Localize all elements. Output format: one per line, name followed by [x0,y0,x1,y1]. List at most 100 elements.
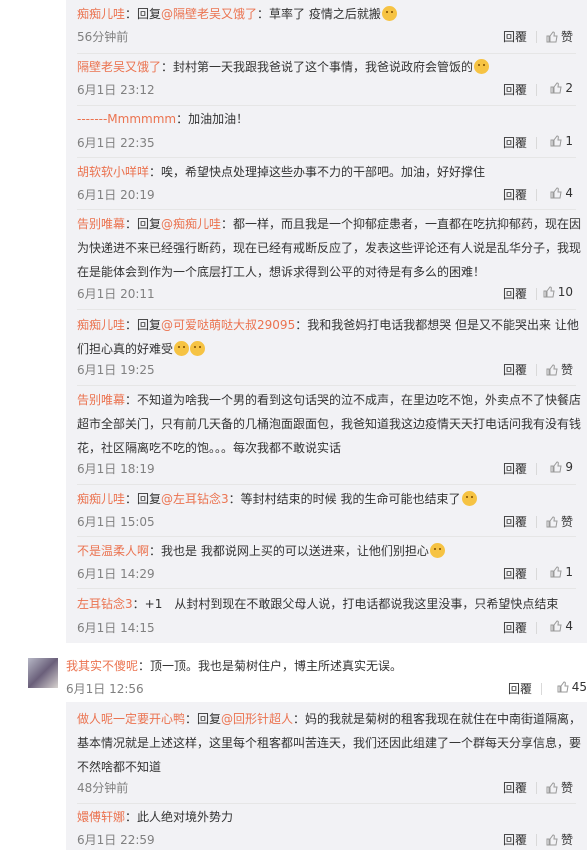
list-item: 做人呢一定要开心鸭：回复@回形针超人：妈的我就是菊树的租客我现在就住在中南街道隔… [77,707,587,779]
like-button[interactable]: 赞 [546,831,573,848]
reply-body: -------Mmmmmm：加油加油！ [77,107,587,131]
reply-body: 隔壁老吴又饿了：封村第一天我跟我爸说了这个事情，我爸说政府会管饭的 [77,55,587,79]
thumbs-up-icon [550,566,562,578]
reply-meta: 56分钟前 回覆 赞 [77,28,587,48]
reply-button[interactable]: 回覆 [503,186,527,203]
divider [77,105,576,106]
timestamp: 6月1日 22:35 [77,136,155,150]
avatar[interactable] [28,658,58,688]
reply-button[interactable]: 回覆 [503,285,527,302]
username-link[interactable]: -------Mmmmmm [77,112,176,126]
divider [536,834,537,846]
reply-button[interactable]: 回覆 [503,565,527,582]
emoji-icon [381,6,397,21]
like-count: 10 [557,285,573,299]
like-button[interactable]: 4 [550,186,573,200]
reply-body: 痴痴儿哇：回复@可爱哒萌哒大叔29095：我和我爸妈打电话我都想哭 但是又不能哭… [77,313,587,361]
username-link[interactable]: 痴痴儿哇 [77,492,125,506]
thumbs-up-icon [550,620,562,632]
like-button[interactable]: 赞 [546,361,573,378]
emoji-icon [190,341,206,356]
username-link[interactable]: 我其实不傻呢 [66,659,138,673]
list-item: 痴痴儿哇：回复@左耳钻念3：等封村结束的时候 我的生命可能也结束了 [77,487,587,511]
username-link[interactable]: 不是温柔人啊 [77,544,149,558]
username-link[interactable]: 痴痴儿哇 [77,7,125,21]
list-item: 不是温柔人啊：我也是 我都说网上买的可以送进来，让他们别担心 [77,539,587,563]
username-link[interactable]: 胡软软小咩咩 [77,165,149,179]
reply-prefix: ：回复 [125,318,162,332]
divider [536,288,537,300]
reply-button[interactable]: 回覆 [503,28,527,45]
like-button[interactable]: 45 [557,680,587,694]
username-link[interactable]: 嬛傅轩娜 [77,810,125,824]
like-button[interactable]: 1 [550,134,573,148]
username-link[interactable]: 告别唯幕 [77,393,125,407]
like-count: 4 [565,619,573,633]
like-count: 1 [565,565,573,579]
reply-button[interactable]: 回覆 [503,460,527,477]
reply-text: ：草率了 疫情之后就搬 [257,7,381,21]
divider [536,137,537,149]
divider [536,622,537,634]
emoji-icon [474,59,490,74]
reply-thread-bottom: 做人呢一定要开心鸭：回复@回形针超人：妈的我就是菊树的租客我现在就住在中南街道隔… [66,702,587,850]
username-link[interactable]: 痴痴儿哇 [77,318,125,332]
like-button[interactable]: 9 [550,460,573,474]
like-count: 赞 [560,833,573,847]
reply-text: ：此人绝对境外势力 [125,810,234,824]
username-link[interactable]: 告别唯幕 [77,217,125,231]
thumbs-up-icon [543,286,555,298]
timestamp: 56分钟前 [77,30,129,44]
username-link[interactable]: 左耳钻念3 [77,597,133,611]
timestamp: 6月1日 20:19 [77,188,155,202]
list-item: 左耳钻念3：+1 从封村到现在不敢跟父母人说，打电话都说我这里没事，只希望快点结… [77,592,587,616]
list-item: 隔壁老吴又饿了：封村第一天我跟我爸说了这个事情，我爸说政府会管饭的 [77,55,587,79]
like-button[interactable]: 10 [543,285,573,299]
reply-text: ：唉，希望快点处理掉这些办事不力的干部吧。加油，好好撑住 [149,165,486,179]
reply-button[interactable]: 回覆 [503,831,527,848]
divider [77,385,576,386]
like-count: 1 [565,134,573,148]
reply-button[interactable]: 回覆 [503,81,527,98]
mention-link[interactable]: @隔壁老吴又饿了 [161,7,257,21]
reply-button[interactable]: 回覆 [503,779,527,796]
timestamp: 6月1日 14:29 [77,567,155,581]
divider [536,463,537,475]
username-link[interactable]: 隔壁老吴又饿了 [77,60,161,74]
reply-text: ：加油加油！ [176,112,249,126]
timestamp: 6月1日 19:25 [77,363,155,377]
like-button[interactable]: 赞 [546,779,573,796]
list-item: 痴痴儿哇：回复@隔壁老吴又饿了：草率了 疫情之后就搬 [77,2,587,26]
thumbs-up-icon [546,516,558,528]
divider [536,189,537,201]
like-count: 赞 [560,30,573,44]
reply-button[interactable]: 回覆 [503,361,527,378]
like-button[interactable]: 4 [550,619,573,633]
like-button[interactable]: 赞 [546,28,573,45]
reply-button[interactable]: 回覆 [503,134,527,151]
mention-link[interactable]: @左耳钻念3 [161,492,229,506]
divider [77,803,576,804]
reply-button[interactable]: 回覆 [508,680,532,697]
reply-button[interactable]: 回覆 [503,513,527,530]
like-button[interactable]: 2 [550,81,573,95]
like-button[interactable]: 1 [550,565,573,579]
reply-text: ：+1 从封村到现在不敢跟父母人说，打电话都说我这里没事，只希望快点结束 [132,597,559,611]
username-link[interactable]: 做人呢一定要开心鸭 [77,712,185,726]
divider [77,309,576,310]
reply-prefix: ：回复 [125,7,162,21]
divider [536,516,537,528]
reply-body: 告别唯幕：回复@痴痴儿哇：都一样，而且我是一个抑郁症患者，一直都在吃抗抑郁药，现… [77,212,587,284]
mention-link[interactable]: @可爱哒萌哒大叔29095 [161,318,295,332]
like-button[interactable]: 赞 [546,513,573,530]
thumbs-up-icon [550,135,562,147]
emoji-icon [429,543,445,558]
mention-link[interactable]: @回形针超人 [221,712,293,726]
emoji-icon [174,341,190,356]
mention-link[interactable]: @痴痴儿哇 [161,217,221,231]
timestamp: 6月1日 14:15 [77,621,155,635]
comment-meta: 6月1日 12:56 回覆 45 [66,680,587,700]
reply-body: 痴痴儿哇：回复@左耳钻念3：等封村结束的时候 我的生命可能也结束了 [77,487,587,511]
reply-button[interactable]: 回覆 [503,619,527,636]
divider [77,209,576,210]
